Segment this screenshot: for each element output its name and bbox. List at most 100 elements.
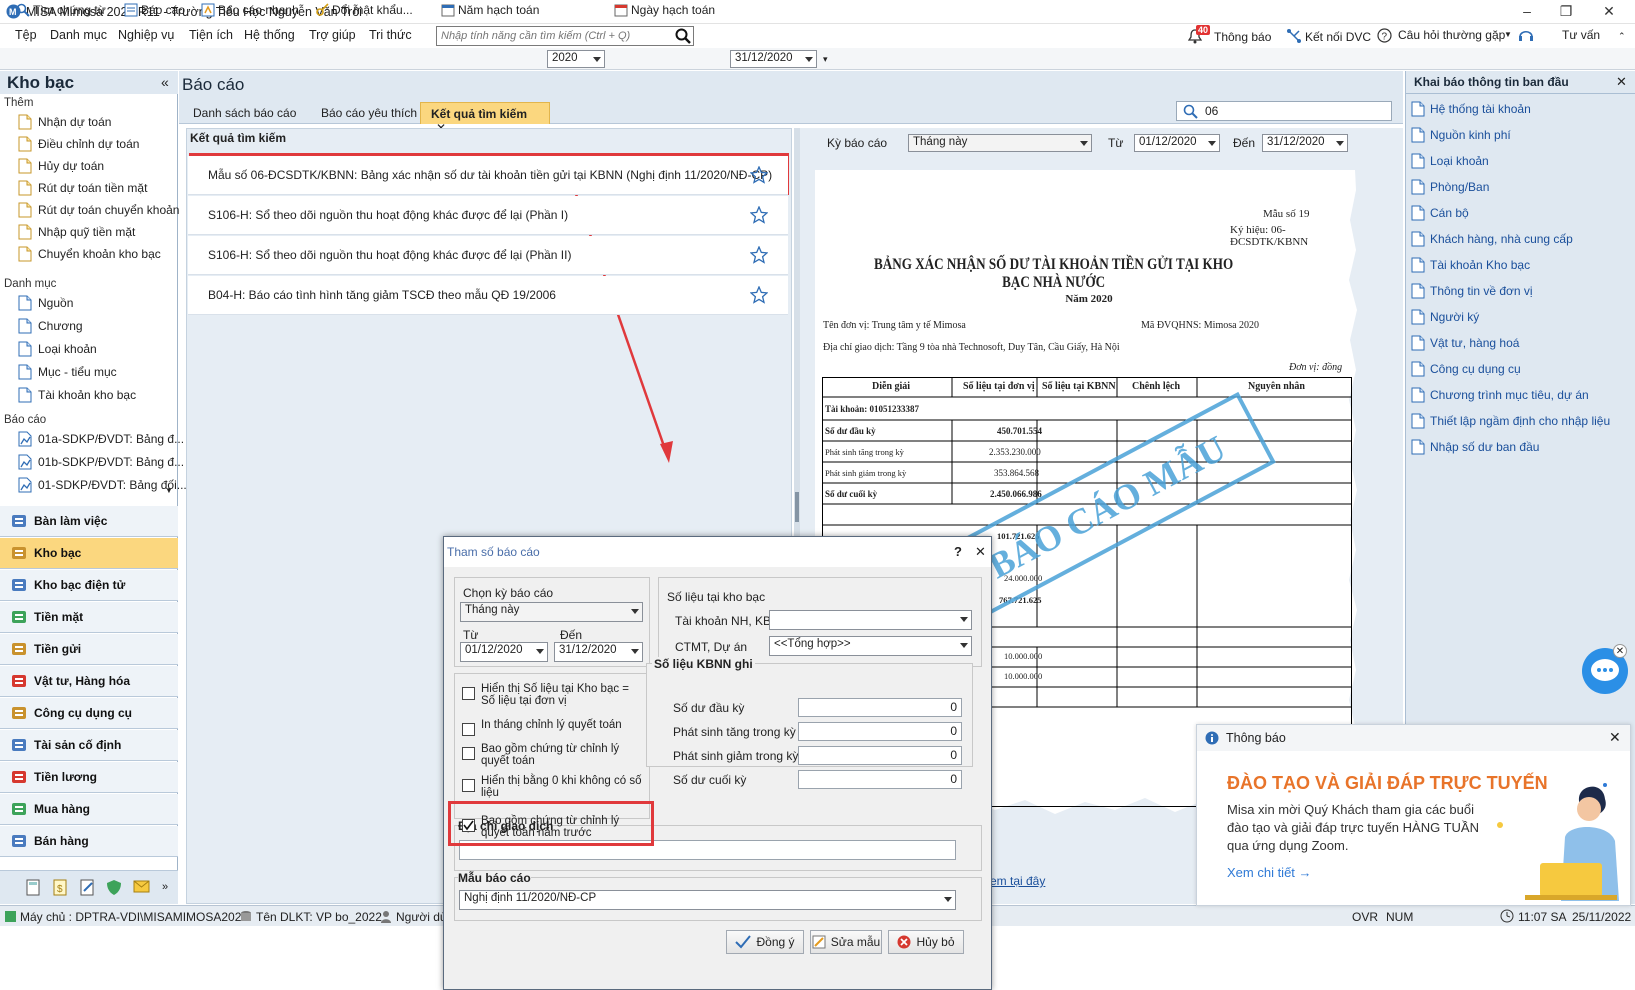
tab-search-results[interactable]: Kết quả tìm kiếm ✕	[420, 102, 550, 135]
dialog-close-button[interactable]: ✕	[975, 544, 986, 560]
setup-item[interactable]: Loại khoản	[1411, 153, 1489, 169]
result-row[interactable]: B04-H: Báo cáo tình hình tăng giảm TSCĐ …	[188, 276, 788, 315]
cancel-button[interactable]: Hủy bỏ	[888, 930, 964, 954]
star-icon[interactable]	[750, 246, 768, 264]
nav-module[interactable]: Vật tư, Hàng hóa	[0, 666, 178, 697]
kbnn-field-input[interactable]: 0	[798, 746, 962, 765]
preview-from-date[interactable]: 01/12/2020	[1134, 134, 1220, 152]
nav-module[interactable]: Tiền mặt	[0, 602, 178, 633]
splitter-grip[interactable]	[795, 492, 799, 522]
setup-item[interactable]: Người ký	[1411, 309, 1479, 325]
star-icon[interactable]	[750, 206, 768, 224]
menu-utilities[interactable]: Tiện ích	[189, 28, 233, 42]
catalog-item[interactable]: Loại khoản	[18, 341, 97, 357]
setup-item[interactable]: Thông tin về đơn vị	[1411, 283, 1533, 299]
collapse-ribbon-icon[interactable]: ⌃	[1618, 31, 1626, 42]
add-item[interactable]: Nhận dự toán	[18, 114, 111, 130]
search-icon[interactable]	[675, 28, 691, 44]
menu-system[interactable]: Hệ thống	[244, 28, 295, 42]
close-window-button[interactable]: ✕	[1592, 3, 1626, 21]
quick-report-button[interactable]: Báo cáo nhanh	[201, 3, 299, 17]
setup-item[interactable]: Nhập số dư ban đầu	[1411, 439, 1539, 455]
edit-template-button[interactable]: Sửa mẫu	[810, 930, 882, 954]
setup-item[interactable]: Khách hàng, nhà cung cấp	[1411, 231, 1573, 247]
setup-item[interactable]: Tài khoản Kho bạc	[1411, 257, 1530, 273]
result-row[interactable]: S106-H: Sổ theo dõi nguồn thu hoạt động …	[188, 236, 788, 275]
tab-report-list[interactable]: Danh sách báo cáo	[183, 102, 306, 124]
dialog-from-date[interactable]: 01/12/2020	[460, 642, 548, 662]
connect-dvc-button[interactable]: Kết nối DVC	[1305, 30, 1371, 44]
nav-module[interactable]: Công cụ dụng cụ	[0, 698, 178, 729]
catalog-item[interactable]: Mục - tiểu mục	[18, 364, 117, 380]
nav-module[interactable]: Kho bạc điện tử	[0, 570, 178, 601]
report-item[interactable]: 01-SDKP/ĐVDT: Bảng đối...	[18, 477, 187, 493]
shortcut-money-icon[interactable]: $	[52, 879, 68, 896]
report-button[interactable]: Báo cáo	[124, 3, 185, 17]
menu-knowledge[interactable]: Tri thức	[369, 28, 412, 42]
close-notification-button[interactable]: ✕	[1609, 729, 1621, 746]
faq-dropdown-icon[interactable]: ▼	[1504, 30, 1512, 39]
nav-module[interactable]: Kho bạc	[0, 538, 178, 569]
notifications-button[interactable]: Thông báo	[1214, 30, 1271, 44]
fiscal-year-select[interactable]: 2020	[547, 50, 605, 68]
change-password-button[interactable]: Đổi mật khẩu...	[315, 3, 413, 17]
setup-item[interactable]: Công cụ dụng cụ	[1411, 361, 1521, 377]
notification-details-link[interactable]: Xem chi tiết →	[1227, 865, 1312, 880]
maximize-button[interactable]: ❐	[1549, 3, 1583, 21]
star-icon[interactable]	[750, 166, 768, 184]
result-row[interactable]: S106-H: Sổ theo dõi nguồn thu hoạt động …	[188, 196, 788, 235]
setup-item[interactable]: Hệ thống tài khoản	[1411, 101, 1531, 117]
close-right-panel-button[interactable]: ✕	[1616, 74, 1627, 90]
option-checkbox-row[interactable]: In tháng chỉnh lý quyết toán	[462, 719, 642, 736]
add-item[interactable]: Điều chỉnh dự toán	[18, 136, 139, 152]
option-checkbox-row[interactable]: Hiển thị bằng 0 khi không có số liệu	[462, 775, 642, 799]
collapse-left-button[interactable]: «	[161, 74, 169, 90]
report-item[interactable]: 01b-SDKP/ĐVDT: Bảng đ...	[18, 454, 184, 470]
checkbox-icon[interactable]	[462, 747, 475, 760]
shortcut-edit-icon[interactable]	[79, 879, 95, 896]
nav-module[interactable]: Bàn làm việc	[0, 506, 178, 537]
setup-item[interactable]: Cán bộ	[1411, 205, 1469, 221]
setup-item[interactable]: Nguồn kinh phí	[1411, 127, 1511, 143]
add-item[interactable]: Rút dự toán tiền mặt	[18, 180, 147, 196]
feature-search[interactable]	[436, 26, 694, 46]
template-select[interactable]: Nghị định 11/2020/NĐ-CP	[459, 890, 956, 910]
result-row[interactable]: Mẫu số 06-ĐCSDTK/KBNN: Bảng xác nhận số …	[188, 156, 788, 195]
shortcut-calc-icon[interactable]	[25, 879, 41, 896]
add-item[interactable]: Nhập quỹ tiền mặt	[18, 224, 135, 240]
checkbox-icon[interactable]	[462, 687, 475, 700]
preview-to-date[interactable]: 31/12/2020	[1262, 134, 1348, 152]
menu-operations[interactable]: Nghiệp vụ	[118, 28, 174, 42]
menu-help[interactable]: Trợ giúp	[309, 28, 356, 42]
setup-item[interactable]: Phòng/Ban	[1411, 179, 1489, 195]
add-item[interactable]: Chuyển khoản kho bạc	[18, 246, 161, 262]
minimize-button[interactable]: –	[1510, 3, 1544, 21]
report-item[interactable]: 01a-SDKP/ĐVDT: Bảng đ...	[18, 431, 184, 447]
add-item[interactable]: Rút dự toán chuyển khoản	[18, 202, 179, 218]
kbnn-field-input[interactable]: 0	[798, 770, 962, 789]
nav-module[interactable]: Tiền gửi	[0, 634, 178, 665]
view-here-link[interactable]: em tại đây	[990, 874, 1045, 888]
kbnn-field-input[interactable]: 0	[798, 722, 962, 741]
option-checkbox-row[interactable]: Bao gồm chứng từ chỉnh lý quyết toán	[462, 743, 642, 767]
preview-period-select[interactable]: Tháng này	[908, 134, 1092, 152]
find-voucher-button[interactable]: Tìm chứng từ	[16, 3, 106, 17]
toolbar-overflow-icon[interactable]: ▾	[823, 54, 828, 65]
shortcut-mail-icon[interactable]	[133, 879, 150, 894]
star-icon[interactable]	[750, 286, 768, 304]
nav-module[interactable]: Bán hàng	[0, 826, 178, 857]
nav-module[interactable]: Mua hàng	[0, 794, 178, 825]
kbnn-field-input[interactable]: 0	[798, 698, 962, 717]
report-search-field[interactable]: 06	[1176, 101, 1392, 121]
nav-module[interactable]: Tiền lương	[0, 762, 178, 793]
feature-search-input[interactable]	[437, 27, 663, 45]
posting-date-picker[interactable]: 31/12/2020	[730, 50, 817, 68]
catalog-item[interactable]: Chương	[18, 318, 83, 334]
checkbox-icon[interactable]	[462, 723, 475, 736]
add-item[interactable]: Hủy dự toán	[18, 158, 104, 174]
menu-file[interactable]: Tệp	[15, 28, 37, 42]
dialog-to-date[interactable]: 31/12/2020	[554, 642, 643, 662]
shortcut-shield-icon[interactable]	[106, 879, 122, 896]
dialog-period-select[interactable]: Tháng này	[460, 602, 643, 622]
option-checkbox-row[interactable]: Hiển thị Số liệu tại Kho bạc = Số liệu t…	[462, 683, 642, 707]
